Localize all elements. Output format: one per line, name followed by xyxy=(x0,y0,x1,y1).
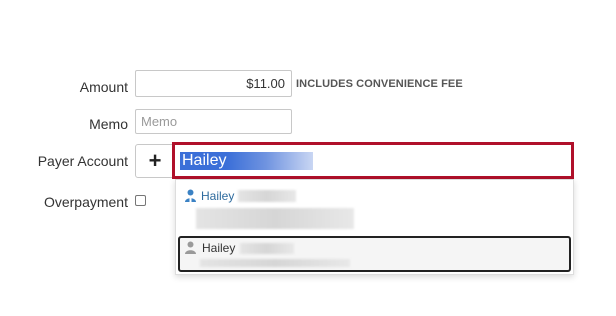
person-icon xyxy=(185,189,196,202)
payer-suggestions-dropdown: Hailey Hailey xyxy=(175,179,574,275)
overpayment-label: Overpayment xyxy=(43,194,128,210)
payer-account-label: Payer Account xyxy=(37,153,128,169)
amount-label: Amount xyxy=(79,79,128,95)
memo-label: Memo xyxy=(89,116,128,132)
search-selection-highlight xyxy=(227,152,313,170)
redacted-details xyxy=(200,259,350,267)
redacted-details xyxy=(196,208,354,229)
suggestion-name: Hailey xyxy=(202,241,236,255)
redacted-surname xyxy=(238,190,296,202)
add-payer-button[interactable]: + xyxy=(135,144,175,178)
person-icon xyxy=(185,241,196,254)
payer-search-input[interactable]: Hailey xyxy=(172,142,574,179)
convenience-fee-note: INCLUDES CONVENIENCE FEE xyxy=(296,78,463,90)
suggestion-option[interactable]: Hailey xyxy=(176,182,573,234)
memo-input[interactable] xyxy=(135,109,292,134)
suggestion-name: Hailey xyxy=(201,189,235,203)
search-selected-text: Hailey xyxy=(180,152,229,170)
redacted-surname xyxy=(240,243,294,254)
payment-form: Amount $11.00 INCLUDES CONVENIENCE FEE M… xyxy=(0,0,616,316)
suggestion-option-highlighted[interactable]: Hailey xyxy=(178,236,571,272)
amount-field[interactable]: $11.00 xyxy=(135,70,292,97)
overpayment-checkbox[interactable] xyxy=(135,195,146,206)
